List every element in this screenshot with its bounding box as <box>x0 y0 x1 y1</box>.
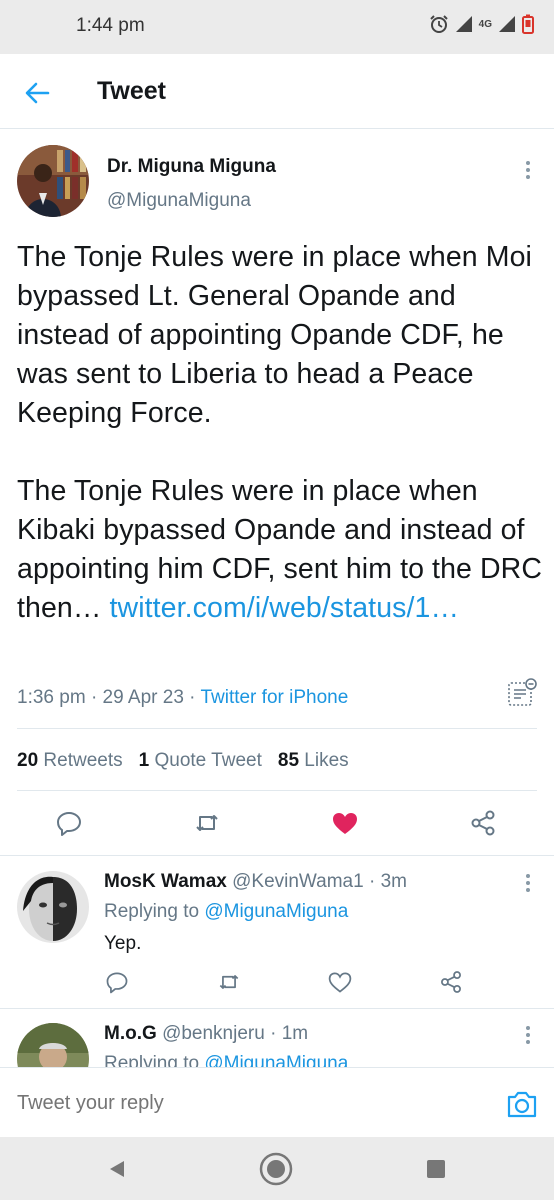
add-photo-button[interactable] <box>505 1088 539 1120</box>
reply-text: Yep. <box>104 933 142 954</box>
retweets-label: Retweets <box>43 750 123 771</box>
quotes-label: Quote Tweet <box>154 750 262 771</box>
more-options-button[interactable] <box>518 158 538 182</box>
more-vertical-icon <box>526 874 530 892</box>
reply-composer <box>0 1067 554 1137</box>
reply-age: · 1m <box>270 1023 309 1044</box>
reply-input[interactable] <box>17 1092 477 1115</box>
avatar-image <box>17 871 89 943</box>
page-title: Tweet <box>97 77 166 105</box>
retweets-count: 20 <box>17 750 39 771</box>
top-app-bar: Tweet <box>0 54 554 129</box>
quotes-stat[interactable]: 1 Quote Tweet <box>139 750 262 772</box>
divider <box>17 790 537 791</box>
system-nav-bar <box>0 1137 554 1200</box>
arrow-left-icon <box>25 82 50 104</box>
more-vertical-icon <box>526 161 530 179</box>
status-icons: 4G <box>429 14 534 34</box>
tweet-link[interactable]: twitter.com/i/web/status/1… <box>110 592 460 624</box>
reply-icon <box>57 812 81 836</box>
view-activity-button[interactable] <box>505 676 539 710</box>
reply-more-button[interactable] <box>518 871 538 895</box>
reply-actions <box>0 969 554 999</box>
notes-icon <box>508 678 537 706</box>
status-time: 1:44 pm <box>76 15 145 36</box>
author-handle[interactable]: @MigunaMiguna <box>107 190 251 212</box>
tweet-actions <box>0 804 554 844</box>
meta-separator: · <box>189 687 196 708</box>
share-button[interactable] <box>438 969 464 995</box>
status-bar: 1:44 pm 4G <box>0 0 554 54</box>
replying-prefix: Replying to <box>104 1053 200 1067</box>
share-icon <box>441 971 461 993</box>
nav-recents-button[interactable] <box>418 1151 454 1187</box>
divider <box>0 855 554 856</box>
quotes-count: 1 <box>138 750 150 771</box>
replying-to-handle[interactable]: @MigunaMiguna <box>204 901 348 922</box>
nav-home-button[interactable] <box>258 1151 294 1187</box>
battery-low-icon <box>522 14 534 34</box>
retweet-button[interactable] <box>192 808 222 838</box>
alarm-icon <box>429 15 448 33</box>
heart-filled-icon <box>333 813 357 834</box>
circle-home-icon <box>259 1152 293 1186</box>
avatar-image <box>17 1023 89 1067</box>
meta-separator: · <box>90 687 98 708</box>
camera-icon <box>507 1091 537 1118</box>
reply-name-line: M.o.G @benknjeru · 1m <box>104 1023 308 1045</box>
reply-more-button[interactable] <box>518 1023 538 1047</box>
nav-back-button[interactable] <box>98 1151 134 1187</box>
more-vertical-icon <box>526 1026 530 1044</box>
tweet-source[interactable]: Twitter for iPhone <box>200 687 348 708</box>
reply-button[interactable] <box>54 808 84 838</box>
like-button[interactable] <box>330 808 360 838</box>
retweet-icon <box>219 975 239 989</box>
replying-to: Replying to @MigunaMiguna <box>104 901 348 923</box>
share-button[interactable] <box>468 808 498 838</box>
tweet-date: 29 Apr 23 <box>102 687 184 708</box>
tweet-body: The Tonje Rules were in place when Moi b… <box>17 238 547 628</box>
likes-stat[interactable]: 85 Likes <box>278 750 349 772</box>
tweet-body-text: The Tonje Rules were in place when Moi b… <box>17 241 543 624</box>
tweet-meta: 1:36 pm · 29 Apr 23 · Twitter for iPhone <box>17 687 348 709</box>
avatar-image <box>17 145 89 217</box>
heart-icon <box>328 972 352 993</box>
back-button[interactable] <box>20 76 54 110</box>
reply-button[interactable] <box>104 969 130 995</box>
reply-age: · 3m <box>368 871 407 892</box>
reply-author-name[interactable]: M.o.G <box>104 1023 157 1044</box>
reply-author-handle[interactable]: @KevinWama1 <box>232 871 364 892</box>
likes-label: Likes <box>304 750 349 771</box>
retweets-stat[interactable]: 20 Retweets <box>17 750 123 772</box>
signal-icon-secondary <box>499 16 515 32</box>
share-icon <box>471 810 495 836</box>
replying-prefix: Replying to <box>104 901 200 922</box>
reply-tweet[interactable]: MosK Wamax @KevinWama1 · 3m Replying to … <box>0 857 554 1007</box>
replying-to-handle[interactable]: @MigunaMiguna <box>204 1053 348 1067</box>
signal-icon <box>455 16 472 32</box>
replying-to: Replying to @MigunaMiguna <box>104 1053 348 1067</box>
triangle-back-icon <box>110 1161 124 1177</box>
reply-avatar[interactable] <box>17 1023 89 1067</box>
like-button[interactable] <box>327 969 353 995</box>
retweet-button[interactable] <box>216 969 242 995</box>
network-type-label: 4G <box>478 18 492 30</box>
tweet-stats: 20 Retweets 1 Quote Tweet 85 Likes <box>17 750 349 772</box>
reply-avatar[interactable] <box>17 871 89 943</box>
reply-name-line: MosK Wamax @KevinWama1 · 3m <box>104 871 407 893</box>
tweet-time: 1:36 pm <box>17 687 86 708</box>
reply-author-name[interactable]: MosK Wamax <box>104 871 227 892</box>
divider <box>17 728 537 729</box>
author-name[interactable]: Dr. Miguna Miguna <box>107 156 276 178</box>
reply-icon <box>106 972 128 994</box>
reply-tweet[interactable]: M.o.G @benknjeru · 1m Replying to @Migun… <box>0 1009 554 1067</box>
square-recents-icon <box>427 1160 445 1178</box>
author-avatar[interactable] <box>17 145 89 217</box>
likes-count: 85 <box>277 750 300 771</box>
reply-author-handle[interactable]: @benknjeru <box>162 1023 265 1044</box>
retweet-icon <box>196 815 218 831</box>
